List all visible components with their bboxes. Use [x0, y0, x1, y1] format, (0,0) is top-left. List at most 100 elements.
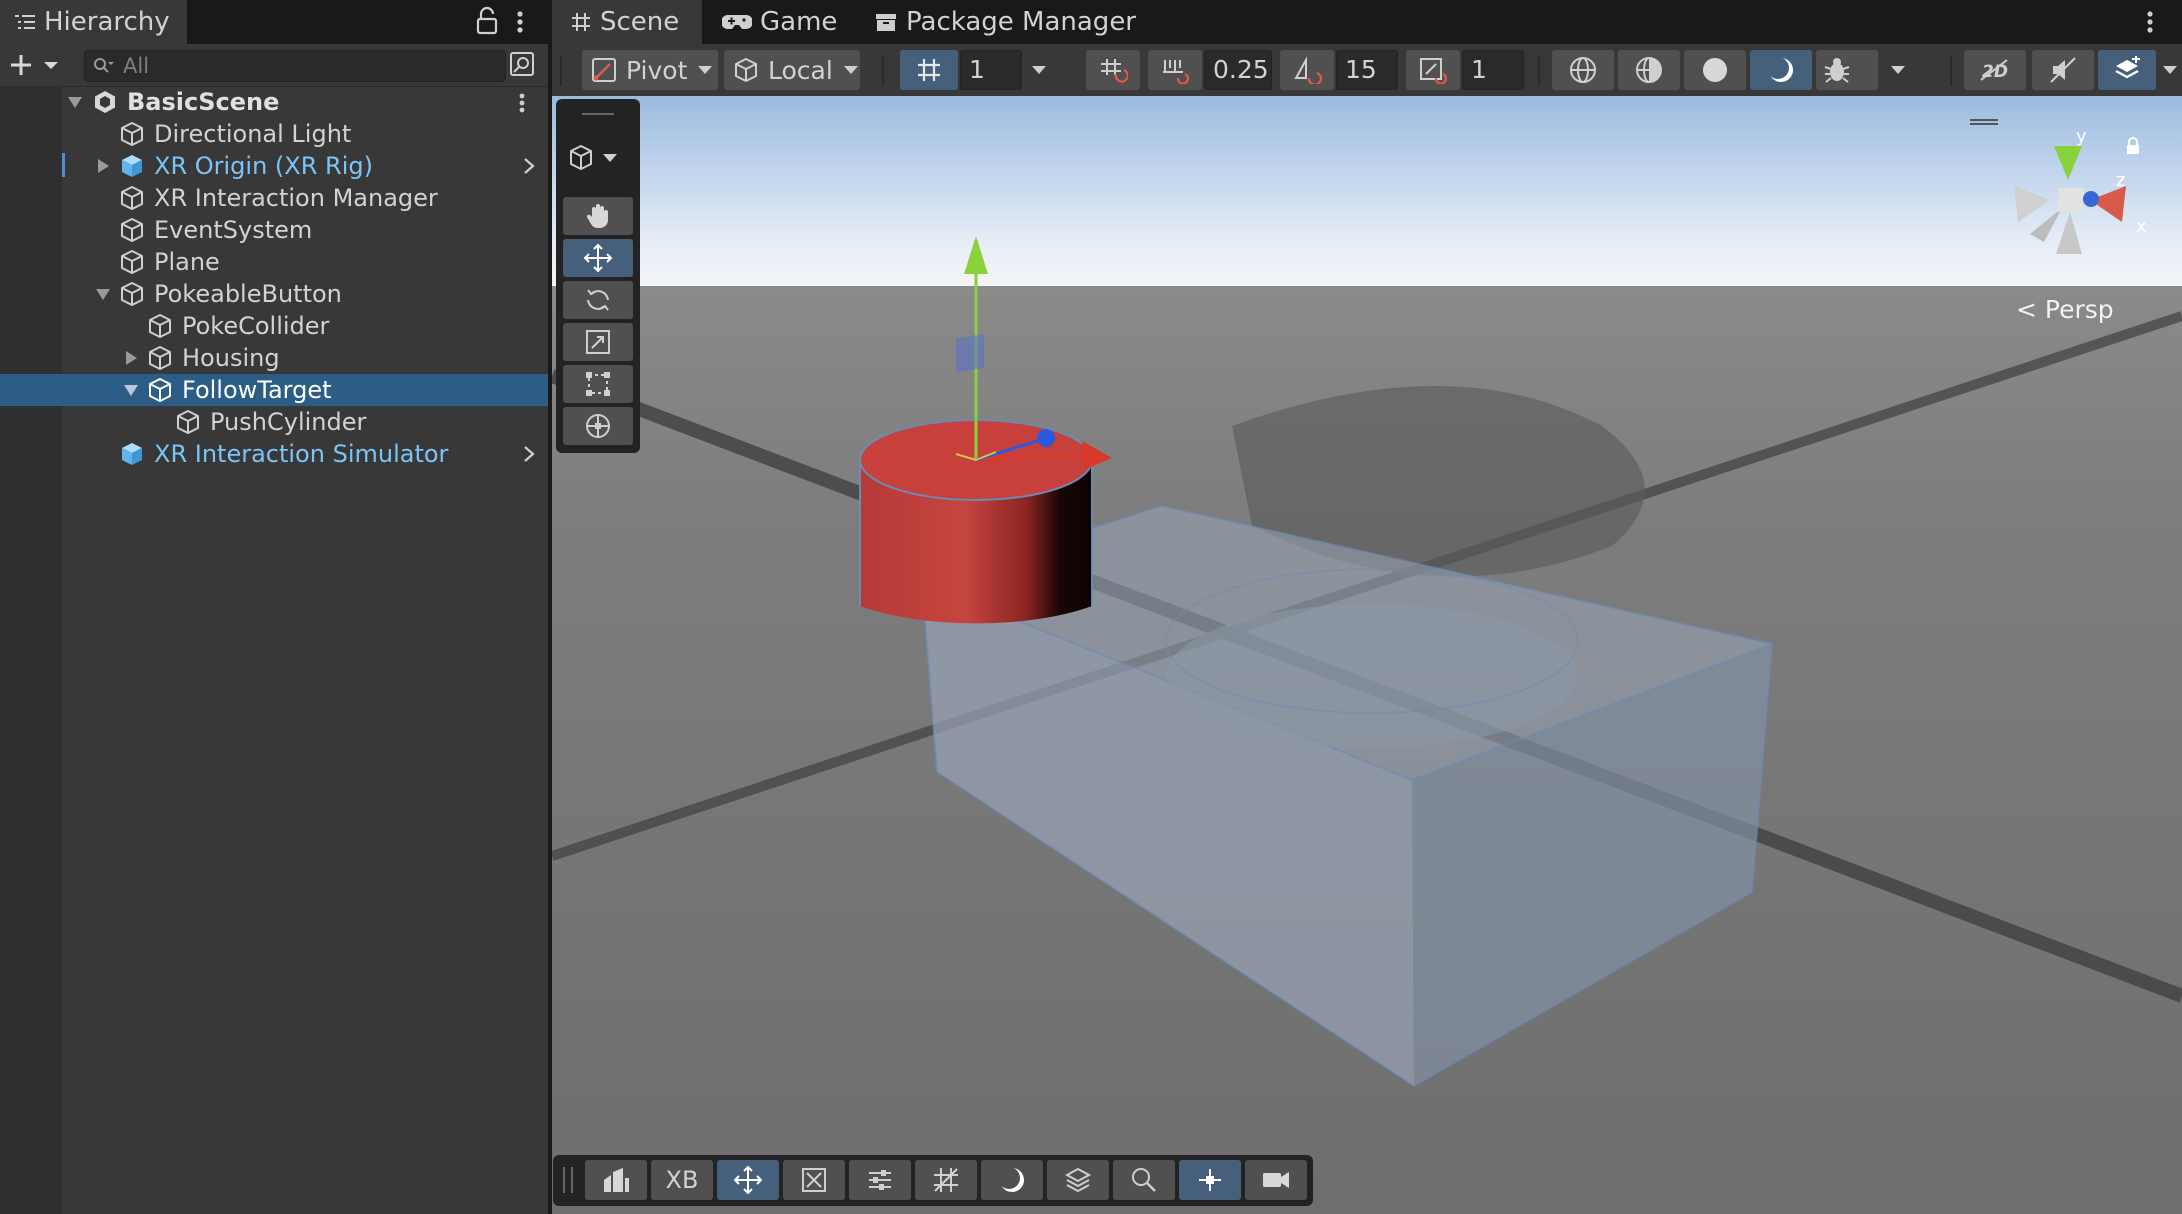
scene-more-icon[interactable]: [2140, 6, 2160, 38]
rotation-snap-field[interactable]: 15: [1336, 50, 1398, 90]
move-overlay-button[interactable]: [717, 1160, 779, 1200]
shaded-wireframe-toggle[interactable]: [1618, 50, 1680, 90]
space-dropdown[interactable]: Local: [724, 50, 860, 90]
scene-render[interactable]: [552, 96, 2182, 1214]
audio-toggle[interactable]: [2032, 50, 2094, 90]
chevron-right-icon[interactable]: [520, 156, 538, 176]
transform-overlay-button[interactable]: [783, 1160, 845, 1200]
toolbar-grip[interactable]: [560, 56, 562, 86]
projection-label: Persp: [2044, 295, 2114, 324]
fold-down-icon[interactable]: [94, 285, 112, 303]
fold-right-icon[interactable]: [94, 157, 112, 175]
scene-root-row[interactable]: BasicScene: [0, 86, 548, 118]
transform-tool-button[interactable]: [563, 407, 633, 445]
hierarchy-item[interactable]: EventSystem: [0, 214, 548, 246]
local-cube-icon: [732, 56, 760, 84]
view-tool-button[interactable]: [563, 197, 633, 235]
shaded-toggle[interactable]: [1684, 50, 1746, 90]
hierarchy-item-selected[interactable]: FollowTarget: [0, 374, 548, 406]
grid-snap-toggle[interactable]: [1086, 50, 1140, 90]
settings-overlay-button[interactable]: [849, 1160, 911, 1200]
draw-mode-toggle[interactable]: [1552, 50, 1614, 90]
tab-scene[interactable]: Scene: [552, 0, 702, 44]
scale-tool-button[interactable]: [563, 323, 633, 361]
hierarchy-item[interactable]: PokeableButton: [0, 278, 548, 310]
scene-viewport[interactable]: [552, 96, 2182, 1214]
increment-snap-toggle[interactable]: [1148, 50, 1202, 90]
2d-mode-toggle[interactable]: 2D: [1964, 50, 2026, 90]
snap-increment-field[interactable]: 0.25: [1204, 50, 1272, 90]
projection-toggle[interactable]: < Persp: [2016, 295, 2114, 324]
fold-right-icon[interactable]: [122, 349, 140, 367]
chevron-right-icon[interactable]: [520, 444, 538, 464]
hierarchy-item[interactable]: Housing: [0, 342, 548, 374]
layers-overlay-button[interactable]: [1047, 1160, 1109, 1200]
hierarchy-item[interactable]: XR Interaction Simulator: [0, 438, 548, 470]
hierarchy-item[interactable]: Directional Light: [0, 118, 548, 150]
bug-icon: [1822, 55, 1852, 85]
effects-toggle[interactable]: [2098, 50, 2156, 90]
scene-more-icon[interactable]: [513, 90, 531, 116]
pivot-overlay-button[interactable]: [1179, 1160, 1241, 1200]
grid-size-field[interactable]: 1: [960, 50, 1022, 90]
svg-text:2D: 2D: [1982, 62, 2008, 82]
move-tool-button[interactable]: [563, 239, 633, 277]
gizmo-z-dot[interactable]: [2083, 191, 2099, 207]
scale-snap-toggle[interactable]: [1406, 50, 1460, 90]
building-icon: [604, 1168, 629, 1192]
lighting-toggle[interactable]: [1750, 50, 1812, 90]
hierarchy-item[interactable]: XR Interaction Manager: [0, 182, 548, 214]
search-window-icon[interactable]: [508, 50, 538, 80]
tool-mode-dropdown[interactable]: [566, 143, 630, 173]
search-overlay-button[interactable]: [1113, 1160, 1175, 1200]
effects-dropdown[interactable]: [2158, 50, 2182, 90]
hierarchy-tab[interactable]: Hierarchy: [0, 0, 187, 44]
rotation-snap-toggle[interactable]: [1280, 50, 1334, 90]
toolbar-separator: [1538, 56, 1540, 86]
unity-scene-icon: [95, 91, 115, 113]
grid-overlay-button[interactable]: [915, 1160, 977, 1200]
overlay-grip[interactable]: [582, 113, 614, 115]
hierarchy-item[interactable]: Plane: [0, 246, 548, 278]
hierarchy-item[interactable]: PokeCollider: [0, 310, 548, 342]
overlay-grip[interactable]: [563, 1167, 573, 1193]
hierarchy-item[interactable]: PushCylinder: [0, 406, 548, 438]
fold-down-icon[interactable]: [66, 93, 84, 111]
move-arrows-icon: [733, 1165, 763, 1195]
create-button[interactable]: [8, 50, 60, 80]
scene-tab-bar: Scene Game Package Manager: [552, 0, 2182, 44]
bottom-overlay-toolbar: XB: [553, 1155, 1313, 1206]
gizmo-center-cube[interactable]: [2058, 188, 2084, 212]
search-placeholder: All: [123, 54, 150, 78]
camera-overlay-button[interactable]: [1245, 1160, 1307, 1200]
gizmo-lock-icon[interactable]: [2124, 136, 2142, 156]
grid-options-dropdown[interactable]: [1024, 50, 1054, 90]
toolbar-separator: [882, 56, 884, 86]
gizmo-neg-y-cone[interactable]: [2056, 212, 2082, 254]
gizmo-y-cone[interactable]: [2054, 146, 2082, 180]
xb-button[interactable]: XB: [651, 1160, 713, 1200]
gizmo-neg-z-cone[interactable]: [2030, 208, 2062, 242]
rotation-snap-icon: [1292, 56, 1322, 84]
fold-down-icon[interactable]: [122, 381, 140, 399]
hand-icon: [586, 204, 608, 229]
lighting-overlay-button[interactable]: [981, 1160, 1043, 1200]
rotate-tool-button[interactable]: [563, 281, 633, 319]
hierarchy-more-icon[interactable]: [510, 6, 530, 38]
gizmo-plane-handle[interactable]: [956, 333, 984, 373]
hierarchy-search-field[interactable]: All: [84, 50, 506, 82]
scale-snap-field[interactable]: 1: [1462, 50, 1524, 90]
gizmo-neg-x-cone[interactable]: [2014, 186, 2050, 222]
building-tool-button[interactable]: [585, 1160, 647, 1200]
grid-visibility-toggle[interactable]: [900, 50, 958, 90]
dropdown-arrow-icon: [603, 154, 617, 162]
hierarchy-item[interactable]: XR Origin (XR Rig): [0, 150, 548, 182]
rect-tool-button[interactable]: [563, 365, 633, 403]
tab-package-manager[interactable]: Package Manager: [874, 0, 1174, 44]
tab-game[interactable]: Game: [722, 0, 862, 44]
gizmo-z-handle[interactable]: [1037, 429, 1055, 447]
pivot-dropdown[interactable]: Pivot: [582, 50, 718, 90]
debug-draw-dropdown[interactable]: [1816, 50, 1905, 90]
lock-icon[interactable]: [474, 6, 500, 36]
pivot-label: Pivot: [626, 55, 688, 85]
